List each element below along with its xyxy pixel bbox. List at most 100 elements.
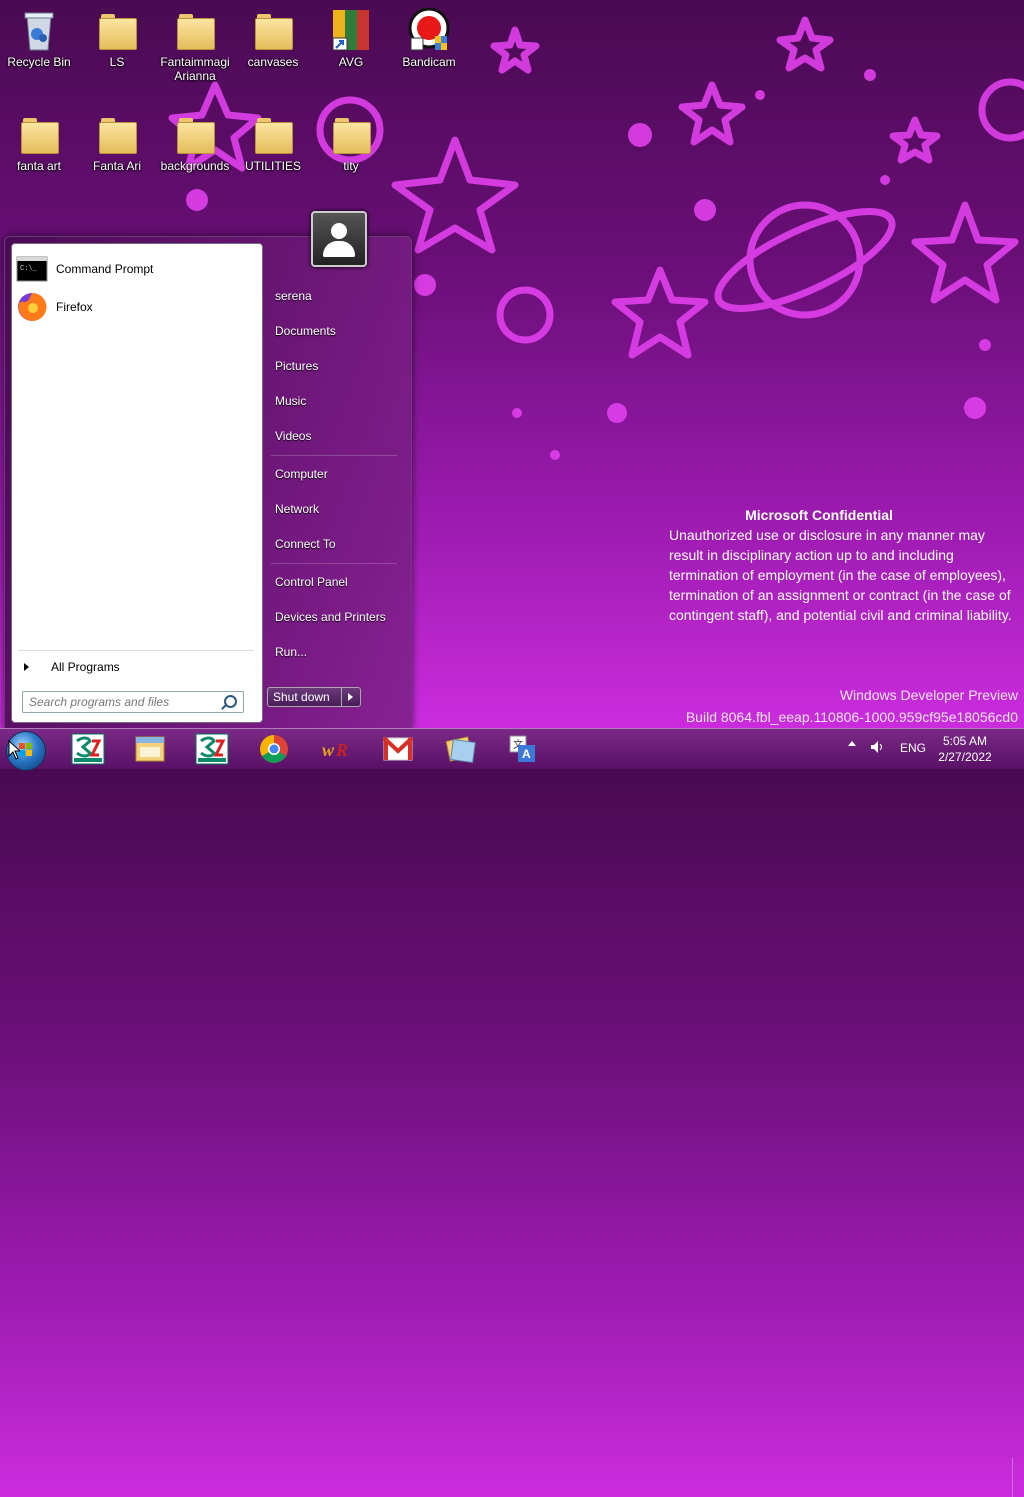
desktop-icon-utilities[interactable]: UTILITIES bbox=[235, 112, 311, 173]
shutdown-options-arrow-icon[interactable] bbox=[341, 688, 360, 706]
desktop-icon-ls[interactable]: LS bbox=[79, 8, 155, 69]
menu-item-network[interactable]: Network bbox=[269, 495, 401, 523]
menu-item-music[interactable]: Music bbox=[269, 387, 401, 415]
bandicam-icon bbox=[407, 7, 451, 52]
credit-agricole-icon bbox=[195, 733, 229, 765]
desktop-icon-label: tity bbox=[343, 159, 359, 173]
separator bbox=[271, 563, 397, 564]
taskbar-app-translate[interactable]: 文A bbox=[502, 733, 542, 765]
taskbar-app-wr[interactable]: wR bbox=[316, 733, 356, 765]
translate-icon: 文A bbox=[509, 735, 535, 762]
clock[interactable]: 5:05 AM 2/27/2022 bbox=[930, 733, 1000, 765]
taskbar-app-credit-agricole-2[interactable] bbox=[192, 733, 232, 765]
svg-text:R: R bbox=[335, 740, 348, 760]
confidential-title: Microsoft Confidential bbox=[745, 507, 893, 523]
desktop-icon-backgrounds[interactable]: backgrounds bbox=[157, 112, 233, 173]
desktop-icon-canvases[interactable]: canvases bbox=[235, 8, 311, 69]
credit-agricole-icon bbox=[71, 733, 105, 765]
confidential-notice: Unauthorized use or disclosure in any ma… bbox=[669, 527, 1012, 623]
search-icon[interactable] bbox=[224, 695, 237, 708]
folder-icon bbox=[95, 8, 139, 52]
folder-icon bbox=[251, 112, 295, 156]
taskbar-app-credit-agricole[interactable] bbox=[68, 733, 108, 765]
desktop-icon-fanta-ari[interactable]: Fanta Ari bbox=[79, 112, 155, 173]
desktop-icon-fantaimmagi-arianna[interactable]: Fantaimmagi Arianna bbox=[157, 8, 233, 83]
shutdown-label: Shut down bbox=[273, 690, 330, 704]
desktop-icon-label: backgrounds bbox=[160, 159, 230, 173]
show-desktop-button[interactable] bbox=[1012, 1458, 1024, 1497]
taskbar-app-chrome[interactable] bbox=[254, 733, 294, 765]
menu-item-user[interactable]: serena bbox=[269, 282, 401, 310]
build-number-label: Build 8064.fbl_eeap.110806-1000.959cf95e… bbox=[685, 709, 1018, 725]
desktop-icon-fanta-art[interactable]: fanta art bbox=[1, 112, 77, 173]
chrome-icon bbox=[260, 735, 288, 763]
all-programs-label: All Programs bbox=[51, 660, 120, 674]
program-label: Firefox bbox=[56, 300, 93, 314]
clock-date: 2/27/2022 bbox=[938, 750, 992, 764]
firefox-icon bbox=[16, 291, 48, 323]
program-firefox[interactable]: Firefox bbox=[16, 290, 256, 324]
separator bbox=[271, 455, 397, 456]
arrow-right-icon bbox=[24, 663, 29, 671]
desktop-icon-avg[interactable]: AVG bbox=[313, 8, 389, 69]
separator bbox=[18, 650, 254, 651]
folders-icon bbox=[445, 736, 476, 763]
desktop-icon-label: Recycle Bin bbox=[7, 55, 71, 69]
start-menu: C:\_ Command Prompt Firefox All Programs… bbox=[4, 211, 412, 730]
menu-item-run[interactable]: Run... bbox=[269, 638, 401, 666]
all-programs-button[interactable]: All Programs bbox=[20, 656, 256, 678]
taskbar-app-file-explorer[interactable] bbox=[130, 733, 170, 765]
folder-icon bbox=[17, 112, 61, 156]
start-menu-programs-pane: C:\_ Command Prompt Firefox All Programs bbox=[11, 243, 263, 723]
user-avatar[interactable] bbox=[311, 211, 367, 267]
file-explorer-icon bbox=[135, 736, 165, 762]
windows-edition-label: Windows Developer Preview bbox=[839, 687, 1018, 703]
taskbar-app-gmail[interactable] bbox=[378, 733, 418, 765]
recycle-bin-icon bbox=[17, 8, 61, 52]
windows-logo-icon bbox=[19, 743, 33, 757]
user-silhouette-icon bbox=[331, 223, 347, 239]
desktop-icon-tity[interactable]: tity bbox=[313, 112, 389, 173]
menu-item-connect-to[interactable]: Connect To bbox=[269, 530, 401, 558]
avg-icon bbox=[329, 8, 373, 52]
svg-text:w: w bbox=[322, 740, 335, 760]
command-prompt-icon: C:\_ bbox=[16, 253, 48, 285]
shutdown-button[interactable]: Shut down bbox=[267, 687, 361, 707]
folder-icon bbox=[173, 8, 217, 52]
program-command-prompt[interactable]: C:\_ Command Prompt bbox=[16, 252, 256, 286]
folder-icon bbox=[173, 112, 217, 156]
program-label: Command Prompt bbox=[56, 262, 154, 276]
desktop-icon-label: Fantaimmagi Arianna bbox=[160, 55, 230, 83]
taskbar-app-folders[interactable] bbox=[440, 733, 480, 765]
desktop-icon-label: Fanta Ari bbox=[92, 159, 142, 173]
desktop-icon-bandicam[interactable]: Bandicam bbox=[391, 7, 467, 69]
menu-item-videos[interactable]: Videos bbox=[269, 422, 401, 450]
search-box[interactable] bbox=[22, 691, 244, 713]
volume-icon[interactable] bbox=[870, 740, 884, 754]
desktop-icon-label: LS bbox=[109, 55, 125, 69]
show-hidden-icons-icon[interactable] bbox=[848, 741, 856, 746]
desktop-icon-label: fanta art bbox=[16, 159, 62, 173]
user-silhouette-shoulders bbox=[323, 241, 355, 257]
desktop-icon-label: canvases bbox=[247, 55, 299, 69]
menu-item-devices-and-printers[interactable]: Devices and Printers bbox=[269, 603, 401, 631]
svg-text:A: A bbox=[522, 747, 531, 761]
mouse-cursor-icon bbox=[8, 740, 20, 760]
wr-icon: wR bbox=[322, 740, 348, 760]
menu-item-control-panel[interactable]: Control Panel bbox=[269, 568, 401, 596]
svg-text:C:\_: C:\_ bbox=[20, 265, 38, 273]
folder-icon bbox=[251, 8, 295, 52]
desktop-icon-label: Bandicam bbox=[402, 55, 456, 69]
folder-icon bbox=[95, 112, 139, 156]
search-input[interactable] bbox=[23, 692, 225, 712]
input-language-indicator[interactable]: ENG bbox=[900, 741, 926, 755]
folder-icon bbox=[329, 112, 373, 156]
clock-time: 5:05 AM bbox=[942, 734, 988, 748]
desktop-icon-label: UTILITIES bbox=[244, 159, 301, 173]
menu-item-pictures[interactable]: Pictures bbox=[269, 352, 401, 380]
desktop-icon-label: AVG bbox=[338, 55, 364, 69]
desktop-icon-recycle-bin[interactable]: Recycle Bin bbox=[1, 8, 77, 69]
menu-item-computer[interactable]: Computer bbox=[269, 460, 401, 488]
gmail-icon bbox=[382, 736, 414, 761]
menu-item-documents[interactable]: Documents bbox=[269, 317, 401, 345]
